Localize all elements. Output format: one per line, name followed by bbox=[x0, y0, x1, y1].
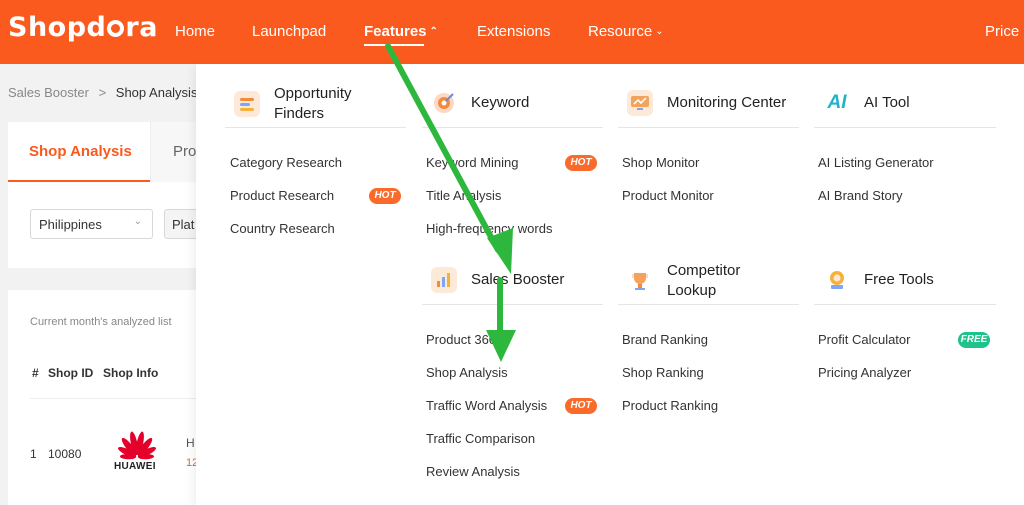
category-monitoring-center: Monitoring Center bbox=[627, 90, 786, 116]
category-free-tools: Free Tools bbox=[824, 267, 934, 293]
bar-chart-icon bbox=[234, 91, 260, 117]
row-shop-id: 10080 bbox=[48, 447, 82, 461]
menu-item-title-analysis[interactable]: Title Analysis bbox=[426, 188, 501, 203]
shopdora-logo[interactable]: Shopd ra bbox=[8, 12, 158, 43]
column-header-shop-id: Shop ID bbox=[48, 366, 94, 380]
category-keyword: Keyword bbox=[431, 90, 529, 116]
nav-launchpad[interactable]: Launchpad bbox=[252, 23, 326, 40]
gift-icon bbox=[824, 267, 850, 293]
row-shop-info-initial: H bbox=[186, 436, 195, 450]
category-ai-tool: AI AI Tool bbox=[824, 90, 910, 116]
menu-item-profit-calculator[interactable]: Profit Calculator bbox=[818, 332, 910, 347]
category-divider bbox=[814, 127, 996, 128]
category-divider bbox=[814, 304, 996, 305]
category-title: Competitor Lookup bbox=[667, 261, 740, 301]
category-title: AI Tool bbox=[864, 94, 910, 111]
nav-active-underline bbox=[364, 44, 424, 46]
hot-badge: HOT bbox=[565, 155, 597, 171]
category-competitor-lookup: Competitor Lookup bbox=[627, 261, 740, 301]
breadcrumb-current: Shop Analysis bbox=[115, 85, 198, 100]
menu-item-product-research[interactable]: Product Research bbox=[230, 188, 334, 203]
menu-item-traffic-word-analysis[interactable]: Traffic Word Analysis bbox=[426, 398, 547, 413]
logo-text-left: Shopd bbox=[8, 12, 107, 43]
ai-icon: AI bbox=[824, 90, 850, 116]
hot-badge: HOT bbox=[369, 188, 401, 204]
menu-item-review-analysis[interactable]: Review Analysis bbox=[426, 464, 520, 479]
menu-item-category-research[interactable]: Category Research bbox=[230, 155, 342, 170]
category-divider bbox=[618, 304, 799, 305]
category-title: Opportunity Finders bbox=[274, 84, 352, 124]
menu-item-product-monitor[interactable]: Product Monitor bbox=[622, 188, 714, 203]
nav-home[interactable]: Home bbox=[175, 23, 215, 40]
menu-item-high-frequency-words[interactable]: High-frequency words bbox=[426, 221, 552, 236]
category-title-line2: Lookup bbox=[667, 282, 717, 299]
tab-shop-analysis[interactable]: Shop Analysis bbox=[8, 122, 150, 182]
row-index: 1 bbox=[30, 447, 37, 461]
menu-item-product-ranking[interactable]: Product Ranking bbox=[622, 398, 718, 413]
nav-price[interactable]: Price bbox=[985, 23, 1019, 40]
category-divider bbox=[422, 127, 603, 128]
category-divider bbox=[225, 127, 406, 128]
menu-item-shop-analysis[interactable]: Shop Analysis bbox=[426, 365, 508, 380]
top-navigation-bar: Shopd ra Home Launchpad Features ⌃ Extensi… bbox=[0, 0, 1024, 64]
rising-bars-icon bbox=[431, 267, 457, 293]
nav-features[interactable]: Features ⌃ bbox=[364, 23, 438, 40]
trophy-icon bbox=[627, 268, 653, 294]
analyzed-list-label: Current month's analyzed list bbox=[30, 316, 172, 328]
category-title-line2: Finders bbox=[274, 105, 325, 122]
menu-item-ai-listing-generator[interactable]: AI Listing Generator bbox=[818, 155, 934, 170]
free-badge: FREE bbox=[958, 332, 990, 348]
hot-badge: HOT bbox=[565, 398, 597, 414]
features-dropdown-menu: Opportunity Finders Category Research Pro… bbox=[196, 64, 1024, 505]
nav-resource[interactable]: Resource ⌄ bbox=[588, 23, 664, 40]
monitor-icon bbox=[627, 90, 653, 116]
chevron-down-icon: ⌄ bbox=[655, 26, 664, 37]
column-header-index: # bbox=[32, 366, 39, 380]
menu-item-shop-ranking[interactable]: Shop Ranking bbox=[622, 365, 704, 380]
menu-item-product-360[interactable]: Product 360 bbox=[426, 332, 496, 347]
menu-item-country-research[interactable]: Country Research bbox=[230, 221, 335, 236]
nav-resource-label: Resource bbox=[588, 23, 653, 40]
column-header-shop-info: Shop Info bbox=[103, 366, 159, 380]
category-title-line1: Opportunity bbox=[274, 85, 352, 102]
category-title: Keyword bbox=[471, 94, 530, 111]
huawei-logo-text: HUAWEI bbox=[114, 461, 156, 472]
breadcrumb-separator: > bbox=[98, 85, 107, 100]
logo-ring-icon bbox=[107, 20, 125, 37]
table-divider bbox=[30, 398, 200, 399]
nav-features-label: Features bbox=[364, 23, 427, 40]
menu-item-ai-brand-story[interactable]: AI Brand Story bbox=[818, 188, 903, 203]
category-title: Sales Booster bbox=[471, 271, 565, 288]
category-title: Monitoring Center bbox=[667, 94, 787, 111]
category-opportunity-finders: Opportunity Finders bbox=[234, 84, 352, 124]
logo-text-right: ra bbox=[125, 12, 158, 43]
category-title: Free Tools bbox=[864, 271, 934, 288]
category-title-line1: Competitor bbox=[667, 262, 741, 279]
menu-item-pricing-analyzer[interactable]: Pricing Analyzer bbox=[818, 365, 911, 380]
category-divider bbox=[422, 304, 603, 305]
category-sales-booster: Sales Booster bbox=[431, 267, 564, 293]
breadcrumb-parent[interactable]: Sales Booster bbox=[8, 85, 89, 100]
menu-item-traffic-comparison[interactable]: Traffic Comparison bbox=[426, 431, 535, 446]
chevron-down-icon: ⌄ bbox=[133, 216, 142, 227]
target-icon bbox=[431, 90, 457, 116]
menu-item-keyword-mining[interactable]: Keyword Mining bbox=[426, 155, 519, 170]
country-select-value: Philippines bbox=[39, 217, 102, 232]
nav-extensions[interactable]: Extensions bbox=[477, 23, 550, 40]
country-select[interactable]: Philippines ⌄ bbox=[30, 209, 153, 239]
category-divider bbox=[618, 127, 799, 128]
chevron-up-icon: ⌃ bbox=[429, 26, 438, 37]
menu-item-shop-monitor[interactable]: Shop Monitor bbox=[622, 155, 699, 170]
menu-item-brand-ranking[interactable]: Brand Ranking bbox=[622, 332, 708, 347]
breadcrumb: Sales Booster > Shop Analysis bbox=[8, 85, 197, 100]
